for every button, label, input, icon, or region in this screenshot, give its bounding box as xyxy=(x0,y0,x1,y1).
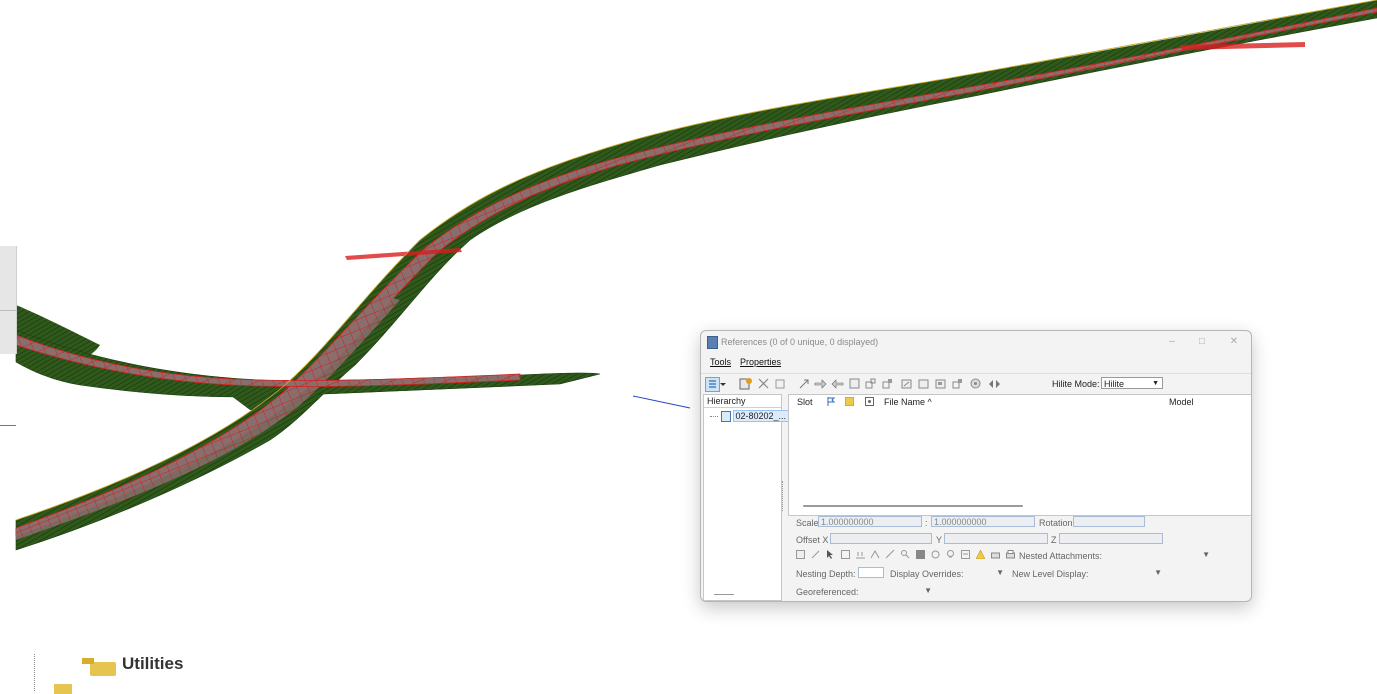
offset-z-field[interactable] xyxy=(1059,533,1163,544)
side-divider-line xyxy=(0,425,16,426)
design-file-icon xyxy=(720,411,731,423)
dialog-title: References (0 of 0 unique, 0 displayed) xyxy=(721,337,879,347)
chevron-down-icon: ▼ xyxy=(1152,380,1159,387)
folder-icon xyxy=(82,658,116,676)
column-file-name[interactable]: File Name ^ xyxy=(884,397,932,407)
reference-settings-icon[interactable] xyxy=(969,377,982,390)
pane-bottom-line xyxy=(714,594,734,595)
reference-key-icon[interactable] xyxy=(901,550,910,559)
attach-reference-icon[interactable] xyxy=(739,377,752,390)
display-icon[interactable] xyxy=(844,396,855,407)
menu-properties[interactable]: Properties xyxy=(740,357,781,367)
minimize-button[interactable]: – xyxy=(1163,335,1181,349)
offset-x-label: Offset X xyxy=(796,535,829,545)
move-reference-icon[interactable] xyxy=(798,377,811,390)
maximize-button[interactable]: □ xyxy=(1193,335,1211,349)
hierarchy-toggle-icon[interactable] xyxy=(705,377,720,392)
clip-front-icon[interactable] xyxy=(934,377,947,390)
chevron-down-icon: ▼ xyxy=(1154,568,1162,577)
lightbulb-icon[interactable] xyxy=(946,550,955,559)
hierarchy-header: Hierarchy xyxy=(704,395,781,408)
hierarchy-item-label: 02-80202_... xyxy=(732,410,790,422)
scale-master-field[interactable]: 1.000000000 xyxy=(818,516,922,527)
nested-attachments-select[interactable]: ▼ xyxy=(1106,550,1210,561)
new-level-display-label: New Level Display: xyxy=(1012,569,1089,579)
display-toggle-icon[interactable] xyxy=(796,550,805,559)
snap-toggle-icon[interactable] xyxy=(811,550,820,559)
clip-delete-icon[interactable] xyxy=(917,377,930,390)
snap-icon[interactable] xyxy=(865,397,874,406)
references-icon xyxy=(707,336,718,349)
rotation-field[interactable] xyxy=(1073,516,1145,527)
chevron-down-icon[interactable] xyxy=(720,377,726,390)
rotate-reference-icon[interactable] xyxy=(848,377,861,390)
hierarchy-pane[interactable]: Hierarchy 02-80202_... xyxy=(703,394,790,601)
scale-line-styles-icon[interactable] xyxy=(856,550,865,559)
georeferenced-select[interactable]: ▼ xyxy=(858,586,932,597)
pane-splitter[interactable] xyxy=(782,481,787,511)
reload-reference-icon[interactable] xyxy=(774,377,787,390)
raster-icon[interactable] xyxy=(931,550,940,559)
rotation-label: Rotation xyxy=(1039,518,1073,528)
hilite-mode-value: Hilite xyxy=(1104,379,1125,389)
hilite-mode-label: Hilite Mode: xyxy=(1052,379,1100,389)
chevron-down-icon: ▼ xyxy=(924,586,932,595)
display-overrides-select[interactable]: ▼ xyxy=(960,568,1004,579)
column-slot[interactable]: Slot xyxy=(797,397,813,407)
scale-reference-icon[interactable] xyxy=(864,377,877,390)
side-panel-tab[interactable] xyxy=(0,246,17,354)
explorer-tree-fragment: Utilities xyxy=(34,654,334,694)
chevron-down-icon: ▼ xyxy=(1202,550,1210,559)
scale-label: Scale xyxy=(796,518,819,528)
treat-as-element-icon[interactable] xyxy=(885,549,895,559)
tab-divider xyxy=(0,310,16,311)
warning-icon[interactable] xyxy=(975,549,986,560)
tree-connector xyxy=(710,416,718,418)
clip-mask-icon[interactable] xyxy=(900,377,913,390)
new-level-display-select[interactable]: ▼ xyxy=(1088,568,1162,579)
tree-item-utilities[interactable]: Utilities xyxy=(122,654,183,674)
clip-boundary-icon[interactable] xyxy=(881,377,894,390)
references-toolbar: Hilite Mode: Hilite ▼ xyxy=(701,373,1251,394)
references-dialog: References (0 of 0 unique, 0 displayed) … xyxy=(700,330,1252,602)
dialog-titlebar[interactable]: References (0 of 0 unique, 0 displayed) … xyxy=(701,331,1251,353)
column-model[interactable]: Model xyxy=(1169,397,1194,407)
display-overrides-label: Display Overrides: xyxy=(890,569,964,579)
locate-toggle-icon[interactable] xyxy=(826,550,835,559)
nested-print-icon[interactable] xyxy=(1006,550,1015,559)
ignore-attachment-icon[interactable] xyxy=(870,549,880,559)
sort-ascending-icon: ^ xyxy=(927,397,932,407)
print-icon[interactable] xyxy=(991,550,1000,559)
offset-y-label: Y xyxy=(936,535,943,545)
close-button[interactable]: ✕ xyxy=(1225,335,1243,349)
leader-line xyxy=(632,395,691,409)
hierarchy-item[interactable]: 02-80202_... xyxy=(710,410,790,423)
copy-reference-icon[interactable] xyxy=(814,377,827,390)
folder-icon xyxy=(54,684,72,694)
offset-y-field[interactable] xyxy=(944,533,1048,544)
nesting-depth-label: Nesting Depth: xyxy=(796,569,856,579)
clip-back-icon[interactable] xyxy=(951,377,964,390)
detach-reference-icon[interactable] xyxy=(757,377,770,390)
true-scale-icon[interactable] xyxy=(841,550,850,559)
tree-connector xyxy=(34,654,36,691)
scale-separator: : xyxy=(925,518,928,528)
georeferenced-label: Georeferenced: xyxy=(796,587,859,597)
flag-icon[interactable] xyxy=(827,397,836,406)
nesting-depth-field[interactable] xyxy=(858,567,884,578)
offset-z-label: Z xyxy=(1051,535,1057,545)
chevron-down-icon: ▼ xyxy=(996,568,1004,577)
clip-volume-icon[interactable] xyxy=(961,550,970,559)
level-display-icon[interactable] xyxy=(916,550,925,559)
nested-attachments-label: Nested Attachments: xyxy=(1019,551,1103,561)
reference-properties: Scale 1.000000000 : 1.000000000 Rotation… xyxy=(788,515,1250,601)
exchange-icon[interactable] xyxy=(988,377,1001,390)
menu-tools[interactable]: Tools xyxy=(710,357,731,367)
mirror-reference-icon[interactable] xyxy=(831,377,844,390)
horizontal-scrollbar[interactable] xyxy=(803,505,1023,507)
offset-x-field[interactable] xyxy=(830,533,932,544)
references-list[interactable]: Slot File Name ^ Model xyxy=(788,394,1251,516)
hilite-mode-select[interactable]: Hilite ▼ xyxy=(1101,377,1163,389)
scale-reference-field[interactable]: 1.000000000 xyxy=(931,516,1035,527)
